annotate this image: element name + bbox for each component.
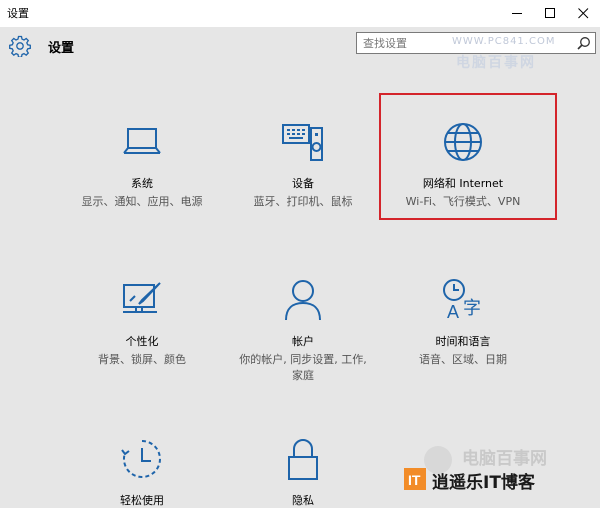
tile-system-desc: 显示、通知、应用、电源 [81, 195, 203, 208]
watermark-name-text: 电脑百事网 [456, 55, 536, 71]
person-icon [285, 280, 321, 321]
tile-accounts-label: 帐户 [292, 335, 314, 348]
svg-text:字: 字 [463, 298, 481, 319]
minimize-icon [512, 13, 522, 14]
close-icon [578, 8, 589, 19]
tile-devices-desc: 蓝牙、打印机、鼠标 [253, 195, 353, 208]
devices-icon [282, 124, 323, 161]
tile-time-language-desc: 语音、区域、日期 [419, 353, 507, 366]
tile-system[interactable]: 系统 显示、通知、应用、电源 [72, 118, 212, 210]
maximize-button[interactable] [534, 0, 567, 27]
tile-time-language-label: 时间和语言 [435, 335, 491, 348]
search-icon[interactable] [577, 36, 591, 50]
window-title: 设置 [7, 7, 29, 20]
tile-privacy[interactable]: 隐私 [233, 435, 373, 508]
tile-time-language[interactable]: A 字 时间和语言 语音、区域、日期 [393, 276, 533, 368]
tile-devices[interactable]: 设备 蓝牙、打印机、鼠标 [233, 118, 373, 210]
gear-icon [9, 35, 31, 57]
tile-system-label: 系统 [131, 177, 153, 190]
time-language-icon: A 字 [443, 279, 481, 322]
minimize-button[interactable] [501, 0, 534, 27]
watermark-brand: 逍遥乐IT博客 [432, 473, 535, 493]
title-bar: 设置 [0, 0, 600, 27]
tile-devices-label: 设备 [292, 177, 314, 190]
tile-personalization-label: 个性化 [125, 335, 159, 348]
ease-of-access-icon [121, 440, 161, 478]
tile-privacy-label: 隐私 [292, 494, 314, 507]
laptop-icon [123, 128, 161, 154]
tile-ease-of-access-label: 轻松使用 [120, 494, 164, 507]
tile-personalization[interactable]: 个性化 背景、锁屏、颜色 [72, 276, 212, 368]
tile-ease-of-access[interactable]: 轻松使用 [72, 435, 212, 508]
tile-accounts-desc: 你的帐户, 同步设置, 工作, 家庭 [239, 353, 367, 382]
tile-personalization-desc: 背景、锁屏、颜色 [98, 353, 186, 366]
personalization-icon [123, 282, 161, 313]
maximize-icon [545, 8, 555, 18]
watermark-site-text: WWW.PC841.COM [452, 36, 556, 47]
lock-icon [288, 439, 318, 480]
page-title: 设置 [48, 41, 75, 56]
tile-accounts[interactable]: 帐户 你的帐户, 同步设置, 工作, 家庭 [233, 276, 373, 384]
svg-text:A: A [447, 302, 459, 322]
close-button[interactable] [567, 0, 600, 27]
svg-text:IT: IT [408, 472, 421, 488]
watermark-bottom-name: 电脑百事网 [462, 449, 547, 469]
highlight-box [379, 93, 557, 220]
